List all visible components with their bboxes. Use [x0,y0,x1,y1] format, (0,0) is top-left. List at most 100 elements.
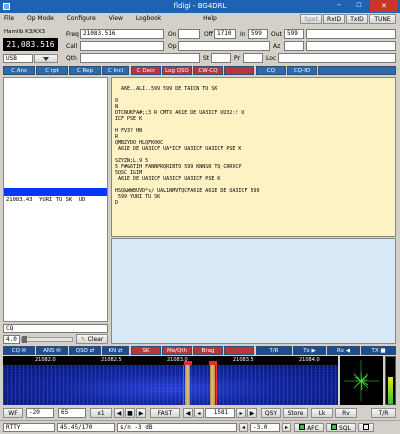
macro-b-rx[interactable]: Rx ◀ [327,346,360,355]
locator-field[interactable] [278,53,396,63]
loc-label: Loc [266,55,277,62]
notes-field[interactable] [306,29,396,39]
off-label: Off [204,31,213,38]
on-field[interactable] [178,29,200,39]
menu-logbook[interactable]: Logbook [136,15,161,22]
macro-c-ans[interactable]: C Ans [3,66,35,75]
macro-spare[interactable] [318,66,396,75]
macro-log-qso[interactable]: Log QSO [162,66,192,75]
freq-down[interactable]: ◂ [194,408,204,418]
afc-toggle[interactable]: AFC [294,423,324,432]
macro-b-cq[interactable]: CQ ✉ [3,346,35,355]
off-field[interactable]: 1710 [214,29,236,39]
slider-handle[interactable] [22,336,27,343]
macro-empty[interactable] [224,66,254,75]
menu-configure[interactable]: Configure [67,15,96,22]
browser-seek-value[interactable]: 4.0 [3,335,20,344]
signal-trace-space [210,365,215,405]
frequency-scale[interactable]: 21082.0 21082.5 21083.0 21083.5 21084.0 [3,356,338,365]
prev-button[interactable]: ◀ [114,408,124,418]
sql-toggle[interactable]: SQL [326,423,356,432]
freq-field[interactable]: 21083.516 [80,29,164,39]
menu-help[interactable]: Help [203,15,217,22]
rx-line: D [115,200,119,206]
freq-up-fast[interactable]: ▶ [247,408,257,418]
stop-button[interactable]: ■ [125,408,135,418]
bandwidth-select[interactable] [34,54,58,63]
wf-mode-button[interactable]: WF [3,408,23,418]
browser-slider[interactable] [21,336,73,343]
speed-button[interactable]: FAST [150,408,180,418]
macro-b-txx[interactable]: TX ■ [361,346,396,355]
macro-b-tx[interactable]: Tx ▶ [293,346,326,355]
audio-freq-field[interactable]: 1581 [205,408,235,418]
st-label: St [203,55,210,62]
store-button[interactable]: Store [283,408,308,418]
menu-file[interactable]: File [4,15,14,22]
ampl-range-spinner[interactable]: 65 [58,408,86,418]
macro-b-ans[interactable]: ANS ✉ [36,346,68,355]
rst-out-field[interactable]: 599 [284,29,304,39]
qsy-button[interactable]: QSY [261,408,281,418]
browser-filter[interactable]: CQ [3,324,108,333]
metric-plus[interactable]: ▸ [282,423,291,432]
macro-b-qso[interactable]: QSO ⇄ [69,346,101,355]
qth-field[interactable] [80,53,200,63]
browser-clear-button[interactable]: ✎ Clear [76,334,108,344]
pwr-toggle[interactable] [358,423,374,432]
macro-cw-cq[interactable]: CW-CQ [193,66,223,75]
status-bar: RTTY 45.45/170 s/n -3 dB ◂ -3.0 ▸ AFC SQ… [0,420,400,434]
lock-button[interactable]: Lk [311,408,333,418]
rxid-button[interactable]: RxID [323,14,345,24]
op-field[interactable] [178,41,270,51]
call-field[interactable] [80,41,164,51]
macro-b-empty[interactable] [224,346,254,355]
spot-button[interactable]: Spot [300,14,322,24]
state-field[interactable] [211,53,231,63]
ref-level-spinner[interactable]: -20 [26,408,54,418]
tune-button[interactable]: TUNE [369,14,396,24]
menu-op-mode[interactable]: Op Mode [27,15,54,22]
rst-in-field[interactable]: 599 [248,29,268,39]
macro-b-meqth[interactable]: Me/Qth [162,346,192,355]
macro-b-kn[interactable]: KN ⇄ [102,346,129,355]
mode-select[interactable]: USB [3,54,33,63]
county-field[interactable] [306,41,396,51]
macro-c-decr[interactable]: C Decr [131,66,161,75]
macro-c-incl[interactable]: C Incl [102,66,129,75]
macro-b-sk[interactable]: SK [131,346,161,355]
tr-button[interactable]: T/R [371,408,396,418]
maximize-button[interactable]: ☐ [350,1,368,11]
province-field[interactable] [243,53,263,63]
frequency-display[interactable]: 21,083.516 [3,38,58,51]
level-fill [388,377,393,404]
az-field[interactable] [284,41,304,51]
metric-minus[interactable]: ◂ [239,423,248,432]
menu-view[interactable]: View [109,15,123,22]
minimize-button[interactable]: ─ [330,1,348,11]
next-button[interactable]: ▶ [136,408,146,418]
mode-status[interactable]: RTTY [3,423,55,432]
browser-highlight-bar[interactable] [4,188,107,196]
macro-cq-id[interactable]: CQ-ID [287,66,317,75]
waterfall[interactable] [3,365,338,405]
macro-cq[interactable]: CQ [256,66,286,75]
rx-text-pane[interactable]: A6E..ALI..599 599 DE TAICN TU SK 0 N DTCNU… [111,77,396,237]
digiscope[interactable] [340,356,383,405]
zoom-button[interactable]: x1 [90,408,112,418]
browser-line[interactable]: 21083.43 YURI TU SK UD [6,197,106,204]
macro-c-rep[interactable]: C Rep [69,66,101,75]
op-label: Op [168,43,177,50]
macro-b-brag[interactable]: Brag [193,346,223,355]
freq-up[interactable]: ▸ [236,408,246,418]
indicator-icon [331,424,338,430]
signal-browser[interactable]: 21083.43 YURI TU SK UD [3,77,108,322]
tx-text-pane[interactable] [111,238,396,344]
macro-c-rpt[interactable]: C rpt [36,66,68,75]
freq-down-fast[interactable]: ◀ [183,408,193,418]
close-button[interactable]: ✕ [370,0,398,12]
macro-b-tr[interactable]: T/R [256,346,292,355]
chevron-down-icon [43,57,49,61]
txid-button[interactable]: TxID [346,14,368,24]
reverse-button[interactable]: Rv [335,408,357,418]
